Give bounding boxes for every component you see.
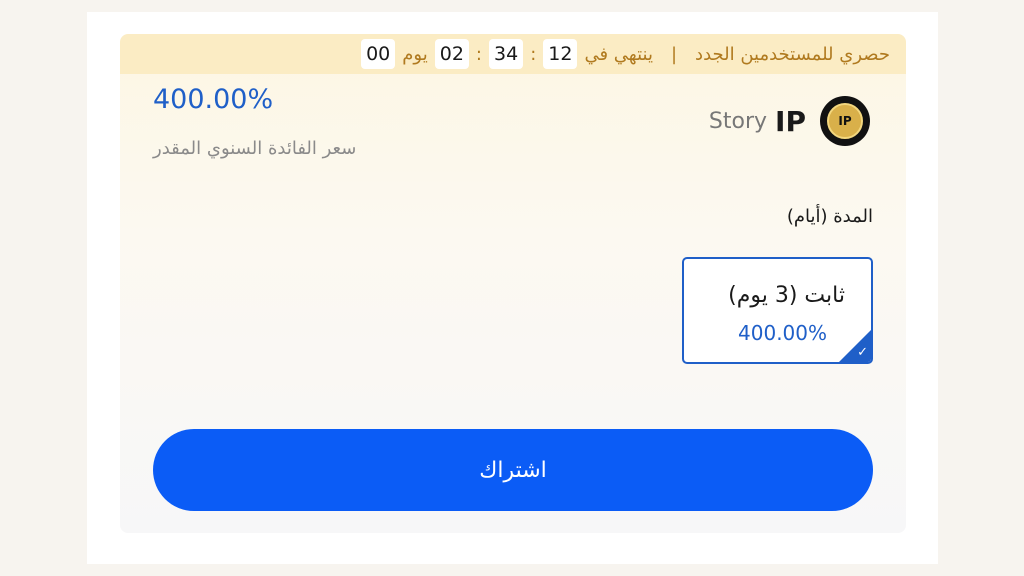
promo-divider: | bbox=[670, 43, 678, 65]
countdown-minutes: 34 bbox=[489, 39, 524, 69]
promo-exclusive-text: حصري للمستخدمين الجدد bbox=[695, 43, 890, 65]
countdown-days: 00 bbox=[361, 39, 396, 69]
token-symbol: IP bbox=[775, 104, 806, 138]
countdown-hours: 02 bbox=[434, 39, 469, 69]
countdown-ends-in-label: ينتهي في bbox=[584, 43, 653, 65]
apr-label: سعر الفائدة السنوي المقدر bbox=[153, 138, 357, 159]
token-name: Story bbox=[708, 108, 768, 134]
duration-label: المدة (أيام) bbox=[786, 206, 873, 227]
token-logo-text: IP bbox=[827, 103, 863, 139]
duration-option-title: ثابت (3 يوم) bbox=[728, 283, 845, 308]
page-container: 00 يوم 02 : 34 : 12 ينتهي في | حصري للمس… bbox=[87, 12, 938, 564]
countdown-days-label: يوم bbox=[402, 43, 428, 65]
countdown-seconds: 12 bbox=[543, 39, 578, 69]
apr-value: 400.00% bbox=[153, 84, 274, 115]
product-card: 00 يوم 02 : 34 : 12 ينتهي في | حصري للمس… bbox=[120, 34, 906, 533]
promo-countdown-bar: 00 يوم 02 : 34 : 12 ينتهي في | حصري للمس… bbox=[120, 34, 906, 74]
token-logo-icon: IP bbox=[820, 96, 870, 146]
check-icon: ✓ bbox=[857, 345, 868, 360]
subscribe-button[interactable]: اشتراك bbox=[153, 429, 873, 511]
countdown-colon: : bbox=[475, 43, 482, 65]
duration-option-fixed-3-days[interactable]: ثابت (3 يوم) 400.00% ✓ bbox=[682, 257, 873, 364]
duration-option-rate: 400.00% bbox=[738, 321, 827, 345]
token-header: Story IP IP bbox=[709, 96, 870, 146]
countdown-colon: : bbox=[530, 43, 537, 65]
